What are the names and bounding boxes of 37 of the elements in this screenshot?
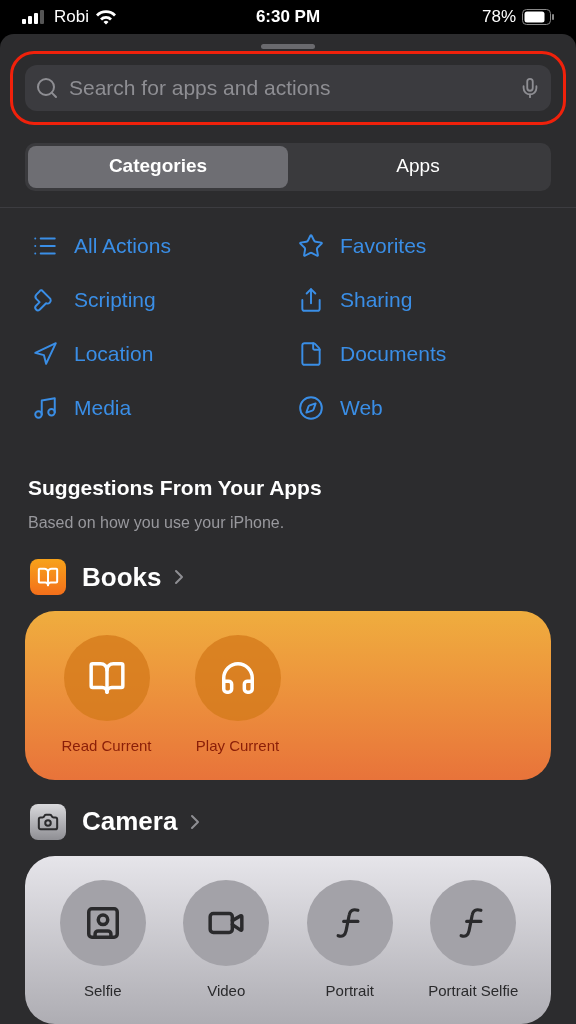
segment-tab[interactable]: Apps xyxy=(288,145,548,188)
music-note-icon xyxy=(32,394,58,421)
category-link[interactable]: Location xyxy=(32,337,288,370)
camera-app-icon xyxy=(30,803,66,840)
carrier-name: Robi xyxy=(54,6,89,28)
wifi-icon xyxy=(94,8,117,25)
battery-percentage: 78% xyxy=(481,6,516,28)
shortcut-action[interactable]: Play Current xyxy=(172,635,303,758)
battery-icon xyxy=(522,8,554,25)
shortcut-action[interactable]: Portrait Selfie xyxy=(411,879,535,1002)
category-link[interactable]: Sharing xyxy=(288,283,544,316)
segment-tab[interactable]: Categories xyxy=(28,145,288,188)
shortcut-action[interactable]: Read Current xyxy=(41,635,172,758)
search-field[interactable]: Search for apps and actions xyxy=(25,64,551,111)
category-link[interactable]: Media xyxy=(32,391,288,424)
search-icon xyxy=(35,75,59,100)
category-link[interactable]: Scripting xyxy=(32,283,288,316)
app-section-link[interactable]: Camera xyxy=(82,802,178,841)
category-link[interactable]: Documents xyxy=(288,337,544,370)
location-arrow-icon xyxy=(32,340,58,367)
category-link[interactable]: Favorites xyxy=(288,229,544,262)
grabber-handle[interactable] xyxy=(261,43,315,49)
clock-time: 6:30 PM xyxy=(255,6,321,28)
share-icon xyxy=(298,286,324,313)
category-link[interactable]: All Actions xyxy=(32,229,288,262)
shortcut-action[interactable]: Video xyxy=(164,879,288,1002)
section-title: Suggestions From Your Apps xyxy=(28,474,323,501)
star-icon xyxy=(298,232,324,259)
section-subtitle: Based on how you use your iPhone. xyxy=(28,513,286,533)
open-book-icon xyxy=(87,659,126,697)
document-icon xyxy=(298,340,324,367)
category-link[interactable]: Web xyxy=(288,391,544,424)
shortcut-action[interactable]: Selfie xyxy=(41,879,165,1002)
compass-icon xyxy=(298,394,324,421)
app-section-link[interactable]: Books xyxy=(82,557,162,597)
books-app-icon xyxy=(30,559,66,595)
shortcut-action[interactable]: Portrait xyxy=(288,879,412,1002)
